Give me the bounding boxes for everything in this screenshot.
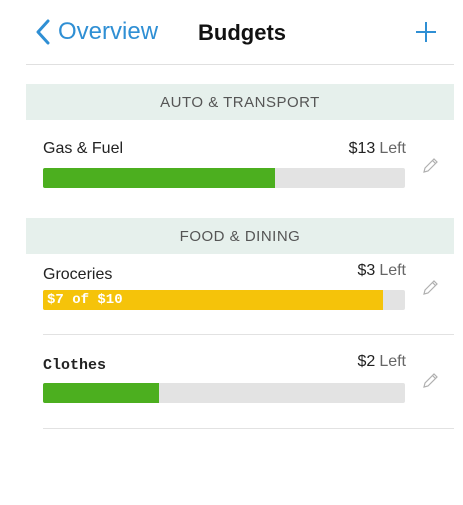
plus-icon[interactable] — [414, 20, 438, 44]
back-button[interactable]: Overview — [34, 18, 158, 46]
chevron-left-icon — [36, 19, 50, 45]
remaining-amount: $2 — [357, 353, 376, 370]
remaining-amount: $13 — [348, 140, 376, 157]
budget-remaining: $13 Left — [349, 140, 406, 158]
budget-name: Gas & Fuel — [43, 140, 124, 157]
remaining-label: Left — [379, 262, 406, 279]
budget-progress-bar: $7 of $10 — [43, 290, 405, 310]
budgets-screen: Overview Budgets AUTO & TRANSPORT Gas & … — [26, 0, 454, 505]
progress-fill — [43, 168, 275, 188]
progress-text: $7 of $10 — [47, 292, 123, 308]
row-divider — [43, 428, 454, 429]
navigation-bar: Overview Budgets — [26, 0, 454, 65]
pencil-icon[interactable] — [420, 371, 440, 391]
budget-row-groceries[interactable]: Groceries $3 Left $7 of $10 — [26, 254, 454, 334]
pencil-icon[interactable] — [420, 156, 440, 176]
page-title: Budgets — [198, 20, 286, 45]
budget-progress-bar — [43, 168, 405, 188]
budget-row-gas-fuel[interactable]: Gas & Fuel $13 Left — [26, 120, 454, 220]
remaining-label: Left — [379, 140, 406, 157]
budget-remaining: $2 Left — [358, 353, 406, 371]
budget-row-clothes[interactable]: Clothes $2 Left — [26, 335, 454, 427]
budget-name: Groceries — [43, 266, 113, 283]
section-header-food-dining: FOOD & DINING — [26, 218, 454, 254]
budget-progress-bar — [43, 383, 405, 403]
budget-name: Clothes — [43, 357, 107, 374]
progress-fill — [43, 383, 159, 403]
remaining-amount: $3 — [357, 262, 376, 279]
section-header-auto-transport: AUTO & TRANSPORT — [26, 84, 454, 120]
pencil-icon[interactable] — [420, 278, 440, 298]
budget-remaining: $3 Left — [358, 262, 406, 280]
remaining-label: Left — [379, 353, 406, 370]
back-label: Overview — [58, 18, 159, 45]
